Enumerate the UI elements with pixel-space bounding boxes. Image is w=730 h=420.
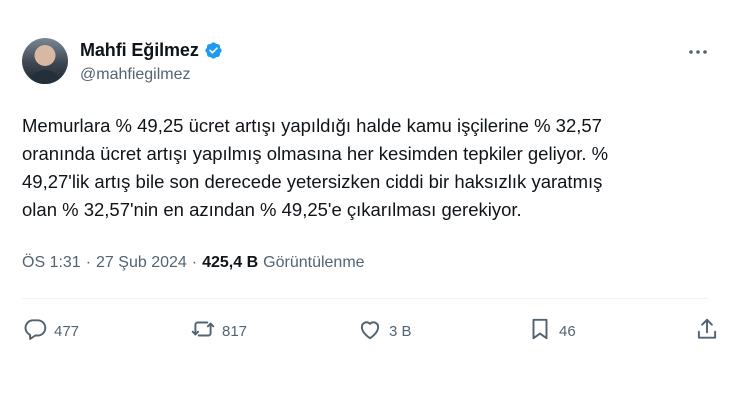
- bookmark-button[interactable]: 46: [527, 316, 576, 346]
- author-handle[interactable]: @mahfiegilmez: [80, 66, 191, 84]
- views-label: Görüntülenme: [263, 254, 365, 271]
- meta-separator: ·: [191, 254, 198, 271]
- repost-button[interactable]: 817: [190, 316, 247, 346]
- reply-count: 477: [54, 322, 80, 340]
- share-button[interactable]: [694, 316, 720, 346]
- tweet-time[interactable]: ÖS 1:31: [22, 254, 81, 272]
- more-icon[interactable]: [686, 42, 710, 62]
- views-count: 425,4 B: [202, 254, 259, 271]
- tweet-meta: ÖS 1:31 · 27 Şub 2024 · 425,4 B Görüntül…: [22, 254, 365, 272]
- like-icon: [357, 316, 383, 346]
- tweet-text: Memurlara % 49,25 ücret artışı yapıldığı…: [22, 115, 609, 220]
- tweet-date[interactable]: 27 Şub 2024: [96, 254, 187, 272]
- bookmark-count: 46: [559, 322, 576, 340]
- reply-icon: [22, 316, 48, 346]
- reply-button[interactable]: 477: [22, 316, 79, 346]
- divider: [22, 298, 708, 299]
- author-name-row: Mahfi Eğilmez: [80, 40, 223, 61]
- action-bar: 477 817 3 B 46: [22, 316, 722, 346]
- avatar[interactable]: [22, 38, 68, 84]
- repost-icon: [190, 316, 216, 346]
- like-button[interactable]: 3 B: [357, 316, 412, 346]
- repost-count: 817: [222, 322, 248, 340]
- verified-badge-icon[interactable]: [204, 41, 223, 60]
- like-count: 3 B: [389, 322, 412, 340]
- bookmark-icon: [527, 316, 553, 346]
- author-display-name[interactable]: Mahfi Eğilmez: [80, 40, 199, 61]
- share-icon: [694, 316, 720, 346]
- meta-separator: ·: [85, 254, 92, 271]
